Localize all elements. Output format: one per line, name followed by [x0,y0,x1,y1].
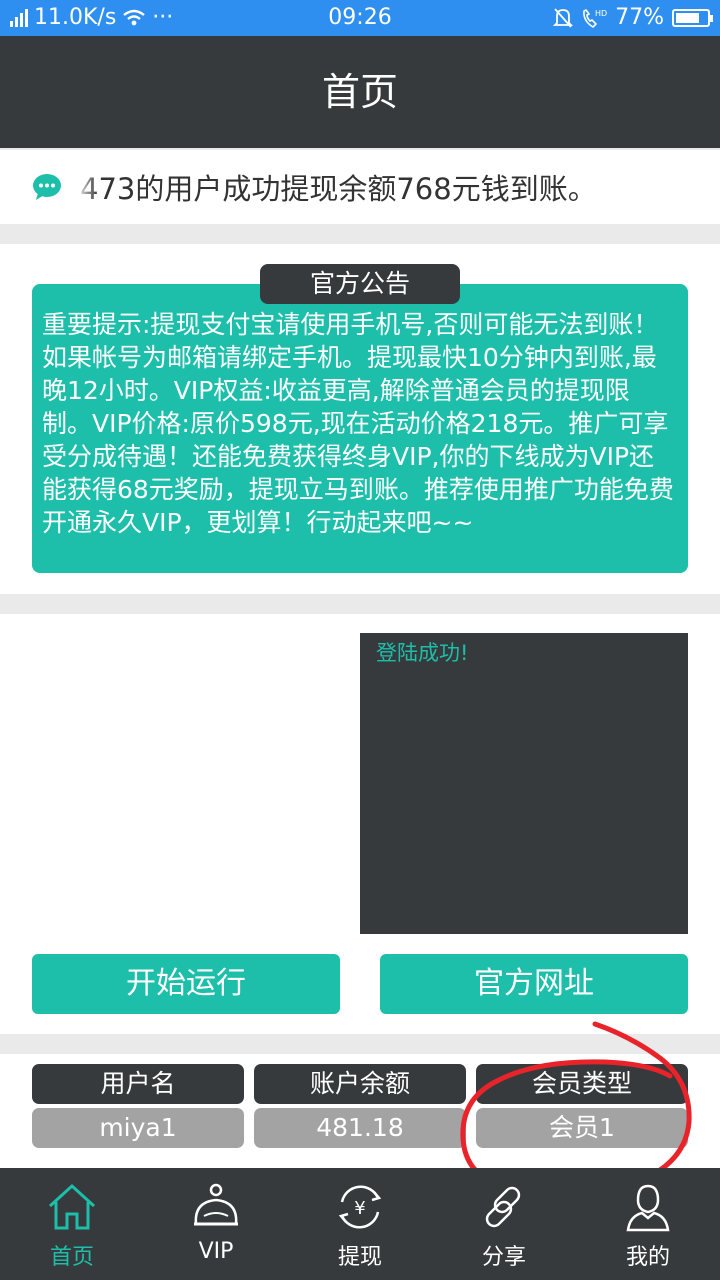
run-panel: 登陆成功! 开始运行 官方网址 [0,614,720,1034]
tab-profile-label: 我的 [625,1245,670,1270]
tab-vip[interactable]: VIP [144,1168,288,1280]
svg-text:¥: ¥ [354,1198,365,1219]
marquee-text: 473的用户成功提现余额768元钱到账。 [80,172,597,206]
status-right: HD 77% [553,5,713,30]
tab-withdraw[interactable]: ¥ 提现 [288,1168,432,1280]
tab-profile[interactable]: 我的 [576,1168,720,1280]
battery-level [676,12,700,23]
hd-call-icon: HD [583,8,607,28]
notice-panel: 重要提示:提现支付宝请使用手机号,否则可能无法到账！如果帐号为邮箱请绑定手机。提… [0,244,720,594]
crown-icon [194,1183,238,1226]
account-info: 用户名 miya1 账户余额 481.18 会员类型 会员1 [0,1054,720,1168]
start-run-button[interactable]: 开始运行 [32,954,340,1014]
home-icon [48,1183,96,1230]
tab-home[interactable]: 首页 [0,1168,144,1280]
notice-body: 重要提示:提现支付宝请使用手机号,否则可能无法到账！如果帐号为邮箱请绑定手机。提… [32,284,688,573]
bottom-tab-bar: 首页 VIP ¥ 提现 分享 我的 [0,1168,720,1280]
tab-withdraw-label: 提现 [337,1245,382,1270]
hd-label: HD [595,9,607,18]
log-text: 登陆成功! [376,641,469,665]
tab-share-label: 分享 [481,1245,526,1270]
balance-label: 账户余额 [254,1064,466,1104]
log-console: 登陆成功! [360,633,688,934]
official-site-button[interactable]: 官方网址 [380,954,688,1014]
marquee-fade [76,150,98,224]
tab-share[interactable]: 分享 [432,1168,576,1280]
status-bar: 11.0K/s ··· 09:26 HD 77% [0,0,720,36]
user-icon [626,1184,670,1232]
tab-vip-label: VIP [198,1239,234,1264]
tab-home-label: 首页 [49,1245,94,1270]
balance-value: 481.18 [254,1108,466,1148]
member-type-column: 会员类型 会员1 [476,1064,688,1148]
username-label: 用户名 [32,1064,244,1104]
notice-title: 官方公告 [260,264,460,304]
chat-bubble-icon [33,174,61,200]
member-type-label: 会员类型 [476,1064,688,1104]
withdraw-marquee: 473的用户成功提现余额768元钱到账。 [0,150,720,224]
mute-bell-icon [553,7,574,28]
link-icon [485,1186,521,1228]
page-title: 首页 [0,36,720,148]
yuan-exchange-icon: ¥ [338,1185,382,1229]
username-column: 用户名 miya1 [32,1064,244,1148]
battery-icon [672,8,713,27]
member-type-value: 会员1 [476,1108,688,1148]
balance-column: 账户余额 481.18 [254,1064,466,1148]
battery-percent: 77% [615,5,664,30]
username-value: miya1 [32,1108,244,1148]
